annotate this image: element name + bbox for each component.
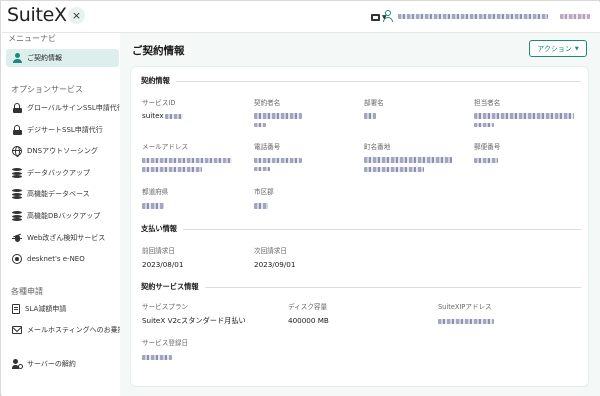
sidebar-item-label: データバックアップ [27, 169, 90, 177]
section-title: 支払い情報 [141, 224, 177, 233]
neo-icon [12, 254, 22, 264]
close-icon[interactable]: × [68, 7, 85, 24]
service-id-value: suitex [142, 111, 183, 120]
bug-icon [12, 233, 22, 243]
sidebar-item-hp-database[interactable]: 高機能データベース [6, 185, 119, 203]
document-icon [12, 304, 20, 314]
user-icon [382, 10, 394, 22]
next-billing-label: 次回請求日 [254, 247, 287, 255]
user-icon [12, 53, 22, 63]
top-bar: SuiteX × ▼ [2, 2, 600, 33]
page-title: ご契約情報 [132, 45, 185, 57]
sidebar-item-label: メールホスティングへのお乗換 [27, 326, 125, 334]
lock-icon [12, 103, 22, 113]
phone-label: 電話番号 [254, 143, 281, 151]
building-icon [371, 13, 380, 21]
sidebar: メニューナビ ご契約情報 オプションサービス グローバルサインSSL申請代行 デ… [2, 33, 125, 396]
email-label: メールアドレス [142, 143, 189, 151]
sidebar-item-digicert-ssl[interactable]: デジサートSSL申請代行 [6, 121, 119, 139]
database-icon [12, 189, 22, 199]
redacted-username [398, 13, 548, 19]
prefecture-label: 都道府県 [142, 188, 169, 196]
prev-billing-label: 前回請求日 [142, 247, 175, 255]
sidebar-item-label: Web改ざん検知サービス [27, 234, 106, 242]
user-menu[interactable] [382, 10, 600, 22]
sidebar-item-data-backup[interactable]: データバックアップ [6, 164, 119, 182]
user-remove-icon [12, 359, 23, 369]
sidebar-item-web-tamper[interactable]: Web改ざん検知サービス [6, 229, 119, 247]
disk-label: ディスク容量 [288, 303, 328, 311]
divider [175, 80, 581, 82]
action-button-label: アクション [537, 44, 572, 53]
sidebar-item-label: 高機能DBバックアップ [27, 212, 101, 220]
sidebar-item-hp-db-backup[interactable]: 高機能DBバックアップ [6, 207, 119, 225]
phone-value [254, 155, 302, 173]
redacted-username-tail [560, 13, 590, 19]
options-section-title: オプションサービス [11, 85, 83, 94]
app-window: SuiteX × ▼ メニューナビ ご契約情報 オプションサービス グローバルサ… [0, 0, 600, 396]
sidebar-item-globalsign-ssl[interactable]: グローバルサインSSL申請代行 [6, 99, 124, 117]
disk-value: 400000 MB [288, 316, 329, 325]
registered-value [142, 352, 172, 361]
globe-icon [12, 146, 22, 157]
plan-value: SuiteX V2cスタンダード月払い [142, 316, 246, 325]
payment-section-header: 支払い情報 [141, 224, 581, 234]
action-button[interactable]: アクション ▼ [529, 40, 587, 57]
department-value [364, 111, 376, 120]
menu-title: メニューナビ [8, 34, 56, 43]
contractor-value [254, 111, 302, 129]
divider [182, 228, 581, 230]
divider [204, 286, 581, 288]
town-value [364, 155, 452, 173]
sidebar-item-mail-migration[interactable]: メールホスティングへのお乗換 [6, 321, 125, 339]
prev-billing-value: 2023/08/01 [142, 260, 184, 269]
service-section-header: 契約サービス情報 [141, 282, 581, 292]
sidebar-item-label: ご契約情報 [27, 54, 62, 62]
department-label: 部署名 [364, 99, 384, 107]
section-title: 契約情報 [141, 76, 170, 85]
database-icon [12, 211, 22, 221]
plan-label: サービスプラン [142, 303, 189, 311]
requests-section-title: 各種申請 [11, 287, 43, 296]
postal-value [474, 155, 498, 164]
sidebar-item-dns[interactable]: DNSアウトソーシング [6, 142, 119, 160]
sidebar-item-label: 高機能データベース [27, 190, 90, 198]
ip-label: SuiteXIPアドレス [438, 303, 492, 311]
city-value [254, 201, 268, 210]
contract-section-header: 契約情報 [141, 76, 581, 86]
ip-value [438, 316, 494, 325]
contract-card: 契約情報 サービスID suitex 契約者名 部署名 担当者名 メールアドレス [131, 67, 588, 386]
city-label: 市区郡 [254, 188, 274, 196]
email-value [142, 155, 232, 173]
sidebar-item-label: desknet's e-NEO [27, 255, 85, 263]
section-title: 契約サービス情報 [141, 282, 199, 291]
database-icon [12, 168, 22, 178]
sidebar-item-label: サーバーの解約 [27, 360, 76, 368]
sidebar-item-contract-info[interactable]: ご契約情報 [6, 49, 119, 67]
sidebar-item-label: デジサートSSL申請代行 [27, 126, 103, 134]
chevron-down-icon: ▼ [574, 45, 579, 52]
person-label: 担当者名 [474, 99, 501, 107]
town-label: 町名番地 [364, 143, 391, 151]
sidebar-item-label: SLA減額申請 [25, 305, 67, 313]
sidebar-item-desknets[interactable]: desknet's e-NEO [6, 250, 119, 268]
sidebar-item-label: グローバルサインSSL申請代行 [27, 104, 124, 112]
lock-icon [12, 125, 22, 135]
prefecture-value [142, 201, 164, 210]
sidebar-item-sla-request[interactable]: SLA減額申請 [6, 300, 119, 318]
service-id-label: サービスID [142, 99, 176, 107]
sidebar-item-label: DNSアウトソーシング [27, 147, 98, 155]
mail-icon [12, 326, 22, 334]
person-value [474, 111, 574, 129]
sidebar-item-cancel-server[interactable]: サーバーの解約 [6, 355, 119, 373]
main-content: ご契約情報 アクション ▼ 契約情報 サービスID suitex 契約者名 部署… [120, 33, 600, 396]
next-billing-value: 2023/09/01 [254, 260, 296, 269]
registered-label: サービス登録日 [142, 339, 189, 347]
contractor-label: 契約者名 [254, 99, 281, 107]
logo[interactable]: SuiteX [7, 4, 67, 26]
postal-label: 郵便番号 [474, 143, 501, 151]
